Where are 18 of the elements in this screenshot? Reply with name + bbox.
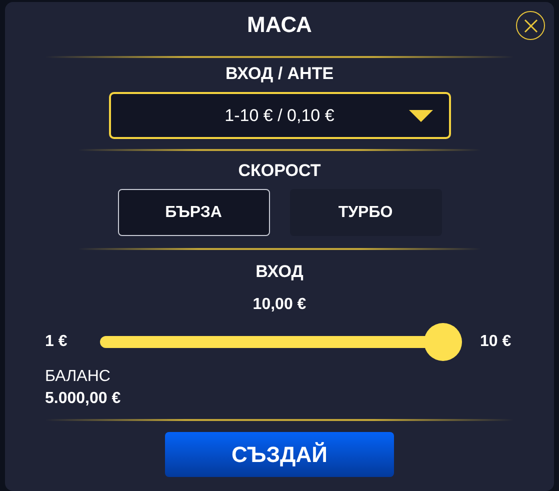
caret-icon [408,110,432,122]
speed-option[interactable]: ТУРБО [290,189,442,236]
section-label: ВХОД [256,262,304,282]
buy-in-reading: 10,00 € [252,295,306,315]
close-icon [524,18,538,32]
slider-max-label: 10 € [480,332,512,352]
speed-option[interactable]: БЪРЗА [118,189,270,236]
close-button[interactable] [516,11,545,40]
balance-label: БАЛАНС [45,367,110,387]
slider-min-label: 1 € [45,332,68,352]
section-label: СКОРОСТ [238,161,321,181]
dialog-title: МАСА [247,12,312,38]
stake-dropdown[interactable]: 1-10 € / 0,10 € [108,92,450,139]
section-label: ВХОД / АНТЕ [225,64,334,84]
slider-track[interactable] [100,323,462,361]
slider-thumb[interactable] [424,323,462,361]
create-button[interactable]: СЪЗДАЙ [165,432,394,477]
balance-value: 5.000,00 € [45,389,121,409]
